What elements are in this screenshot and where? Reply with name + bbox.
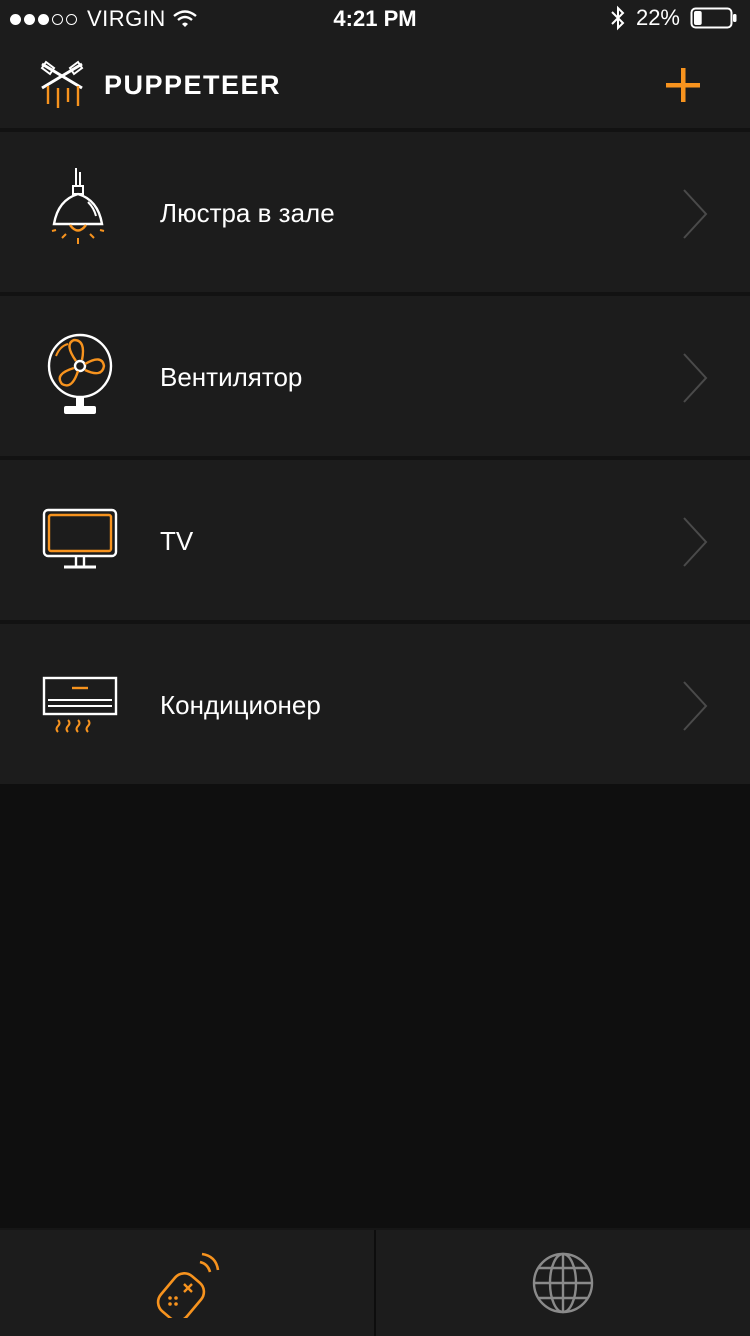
app-title: PUPPETEER [104,70,282,100]
device-row-chandelier[interactable]: Люстра в зале [0,128,750,292]
add-device-button[interactable] [660,62,706,108]
device-name: Вентилятор [160,362,303,392]
status-bar: VIRGIN 4:21 PM 22% [0,0,750,40]
tab-bar [0,1228,750,1336]
chevron-right-icon [683,681,708,731]
chandelier-icon [51,168,105,244]
globe-icon [532,1252,594,1314]
device-row-tv[interactable]: TV [0,456,750,620]
battery-percentage: 22% [635,5,680,30]
device-name: Люстра в зале [160,198,335,228]
tab-globe[interactable] [376,1230,750,1336]
device-row-air-conditioner[interactable]: Кондиционер [0,620,750,784]
battery-icon [690,7,737,29]
bluetooth-icon [611,5,625,31]
device-row-fan[interactable]: Вентилятор [0,292,750,456]
tv-icon [42,508,118,569]
puppeteer-logo-icon [40,60,84,108]
app-header: PUPPETEER [0,40,750,128]
chevron-right-icon [683,353,708,403]
device-name: Кондиционер [160,690,321,720]
chevron-right-icon [683,189,708,239]
chevron-right-icon [683,517,708,567]
device-list: Люстра в зале Вентилятор TV Кондиционер [0,128,750,784]
device-name: TV [160,526,194,556]
remote-control-icon [156,1252,220,1318]
tab-remote[interactable] [0,1230,374,1336]
air-conditioner-icon [42,676,118,733]
fan-icon [47,333,113,414]
